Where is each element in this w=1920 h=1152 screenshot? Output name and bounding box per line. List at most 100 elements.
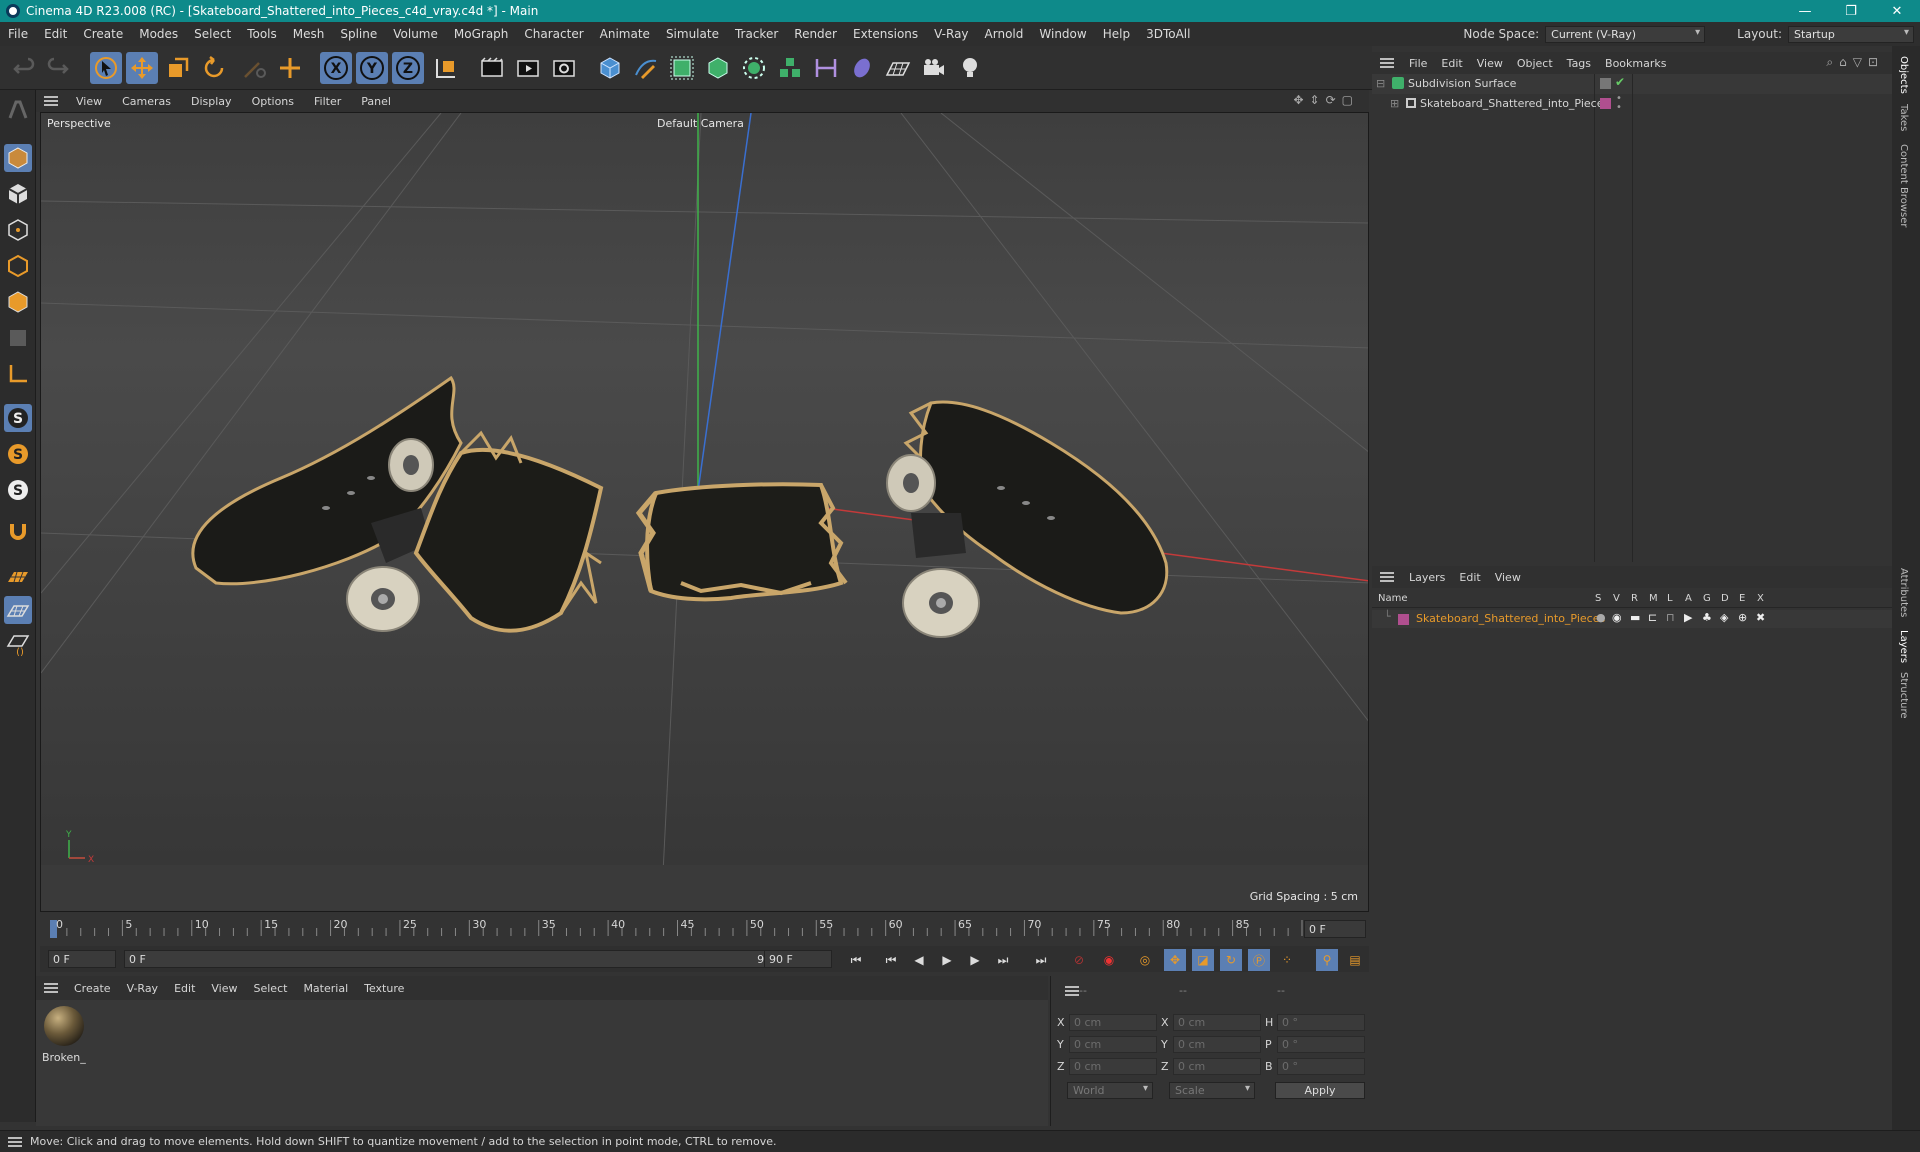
- layer-menu-view[interactable]: View: [1488, 571, 1528, 584]
- layer-col-m[interactable]: M: [1649, 593, 1658, 604]
- x-axis-lock-button[interactable]: X: [320, 52, 352, 84]
- position-x-field[interactable]: 0 cm: [1069, 1014, 1157, 1031]
- play-button[interactable]: ▶: [936, 949, 958, 971]
- enabled-check-icon[interactable]: ✔: [1615, 75, 1625, 89]
- viewport-menu-options[interactable]: Options: [242, 95, 304, 108]
- polygon-mode-button[interactable]: [4, 288, 32, 316]
- record-button[interactable]: ⊘: [1068, 949, 1090, 971]
- z-axis-lock-button[interactable]: Z: [392, 52, 424, 84]
- layer-render-icon[interactable]: ▬: [1630, 611, 1640, 624]
- expand-toggle-icon[interactable]: ⊟: [1376, 77, 1385, 90]
- coordinates-menu-icon[interactable]: [1065, 984, 1079, 998]
- layer-menu-layers[interactable]: Layers: [1402, 571, 1452, 584]
- light-button[interactable]: [954, 52, 986, 84]
- texture-mode-button[interactable]: [4, 180, 32, 208]
- axis-mode-button[interactable]: [4, 360, 32, 388]
- menu-extensions[interactable]: Extensions: [845, 27, 926, 41]
- timeline-ruler[interactable]: 051015202530354045505560657075808590 0 F: [40, 912, 1369, 946]
- render-region-button[interactable]: [476, 52, 508, 84]
- snap-settings-button[interactable]: S: [4, 440, 32, 468]
- material-menu-select[interactable]: Select: [246, 982, 296, 995]
- edge-mode-button[interactable]: [4, 252, 32, 280]
- grid-button[interactable]: [4, 596, 32, 624]
- floor-button[interactable]: [882, 52, 914, 84]
- visibility-dots-icon[interactable]: • •: [1616, 94, 1622, 113]
- menu-mograph[interactable]: MoGraph: [446, 27, 517, 41]
- layer-col-d[interactable]: D: [1721, 593, 1729, 604]
- object-menu-tags[interactable]: Tags: [1560, 57, 1598, 70]
- layer-animation-icon[interactable]: ▶: [1684, 611, 1692, 624]
- layer-xref-icon[interactable]: ✖: [1756, 611, 1765, 624]
- apply-button[interactable]: Apply: [1275, 1082, 1365, 1099]
- layer-row[interactable]: └ Skateboard_Shattered_into_Pieces ● ◉ ▬…: [1372, 610, 1892, 628]
- auto-key-button[interactable]: ◉: [1098, 949, 1120, 971]
- previous-frame-button[interactable]: ◀: [908, 949, 930, 971]
- deformer-button[interactable]: [846, 52, 878, 84]
- viewport-menu-panel[interactable]: Panel: [351, 95, 401, 108]
- layer-deformers-icon[interactable]: ◈: [1720, 611, 1728, 624]
- layer-col-s[interactable]: S: [1595, 593, 1601, 604]
- object-manager-tools-icons[interactable]: ⌕⌂▽⊡: [1826, 55, 1884, 70]
- material-menu-vray[interactable]: V-Ray: [119, 982, 167, 995]
- frame-range-slider[interactable]: 0 F 90 F: [124, 950, 788, 968]
- current-frame-field[interactable]: 0 F: [1304, 920, 1366, 938]
- undo-button[interactable]: [8, 52, 40, 84]
- go-to-end-button[interactable]: ⏭: [1030, 949, 1052, 971]
- menu-help[interactable]: Help: [1095, 27, 1138, 41]
- size-mode-dropdown[interactable]: Scale: [1169, 1082, 1255, 1099]
- status-menu-icon[interactable]: [8, 1135, 22, 1149]
- camera-button[interactable]: [918, 52, 950, 84]
- viewport-menu-filter[interactable]: Filter: [304, 95, 351, 108]
- go-to-start-button[interactable]: ⏮: [845, 949, 867, 971]
- material-menu-icon[interactable]: [44, 981, 58, 995]
- material-item[interactable]: Broken_!: [42, 1004, 86, 1064]
- magnet-button[interactable]: [4, 518, 32, 546]
- size-z-field[interactable]: 0 cm: [1173, 1058, 1261, 1075]
- coordinate-space-dropdown[interactable]: World: [1067, 1082, 1153, 1099]
- layer-generators-icon[interactable]: ♣: [1702, 611, 1712, 624]
- layer-lock-icon[interactable]: ⊓: [1666, 611, 1675, 624]
- next-key-button[interactable]: ⏭: [992, 949, 1014, 971]
- tab-content-browser[interactable]: Content Browser: [1898, 144, 1909, 227]
- layer-expressions-icon[interactable]: ⊕: [1738, 611, 1747, 624]
- menu-create[interactable]: Create: [75, 27, 131, 41]
- rotation-p-field[interactable]: 0 °: [1277, 1036, 1365, 1053]
- pen-button[interactable]: [630, 52, 662, 84]
- menu-tracker[interactable]: Tracker: [727, 27, 786, 41]
- menu-volume[interactable]: Volume: [385, 27, 446, 41]
- menu-arnold[interactable]: Arnold: [977, 27, 1032, 41]
- viewport-menu-display[interactable]: Display: [181, 95, 242, 108]
- object-menu-bookmarks[interactable]: Bookmarks: [1598, 57, 1673, 70]
- end-frame-field[interactable]: 90 F: [764, 950, 832, 968]
- skateboard-piece-center[interactable]: [635, 482, 848, 602]
- key-parameter-button[interactable]: Ⓟ: [1248, 949, 1270, 971]
- layer-col-g[interactable]: G: [1703, 593, 1711, 604]
- key-pla-button[interactable]: ⁘: [1276, 949, 1298, 971]
- extrude-button[interactable]: [702, 52, 734, 84]
- tab-objects[interactable]: Objects: [1898, 56, 1909, 94]
- size-x-field[interactable]: 0 cm: [1173, 1014, 1261, 1031]
- viewport-nav-icons[interactable]: ✥⇕⟳▢: [1293, 93, 1359, 107]
- size-y-field[interactable]: 0 cm: [1173, 1036, 1261, 1053]
- material-menu-create[interactable]: Create: [66, 982, 119, 995]
- object-row-skateboard[interactable]: ⊞ Skateboard_Shattered_into_Pieces • •: [1372, 94, 1892, 114]
- menu-3dtoall[interactable]: 3DToAll: [1138, 27, 1198, 41]
- layer-color-swatch[interactable]: [1398, 614, 1409, 625]
- object-menu-edit[interactable]: Edit: [1434, 57, 1469, 70]
- material-menu-view[interactable]: View: [203, 982, 245, 995]
- menu-tools[interactable]: Tools: [239, 27, 285, 41]
- layer-col-x[interactable]: X: [1757, 593, 1764, 604]
- key-scale-button[interactable]: ◪: [1192, 949, 1214, 971]
- object-menu-object[interactable]: Object: [1510, 57, 1560, 70]
- move-tool-button[interactable]: [126, 52, 158, 84]
- previous-key-button[interactable]: ⏮: [880, 949, 902, 971]
- coordinate-system-button[interactable]: [430, 52, 462, 84]
- y-axis-lock-button[interactable]: Y: [356, 52, 388, 84]
- tab-takes[interactable]: Takes: [1898, 104, 1909, 131]
- rotation-h-field[interactable]: 0 °: [1277, 1014, 1365, 1031]
- layer-name[interactable]: Skateboard_Shattered_into_Pieces: [1416, 612, 1605, 625]
- key-position-button[interactable]: ✥: [1164, 949, 1186, 971]
- viewport-projection-label[interactable]: Perspective: [47, 117, 111, 130]
- layer-color-icon[interactable]: [1600, 98, 1611, 109]
- key-rotation-button[interactable]: ↻: [1220, 949, 1242, 971]
